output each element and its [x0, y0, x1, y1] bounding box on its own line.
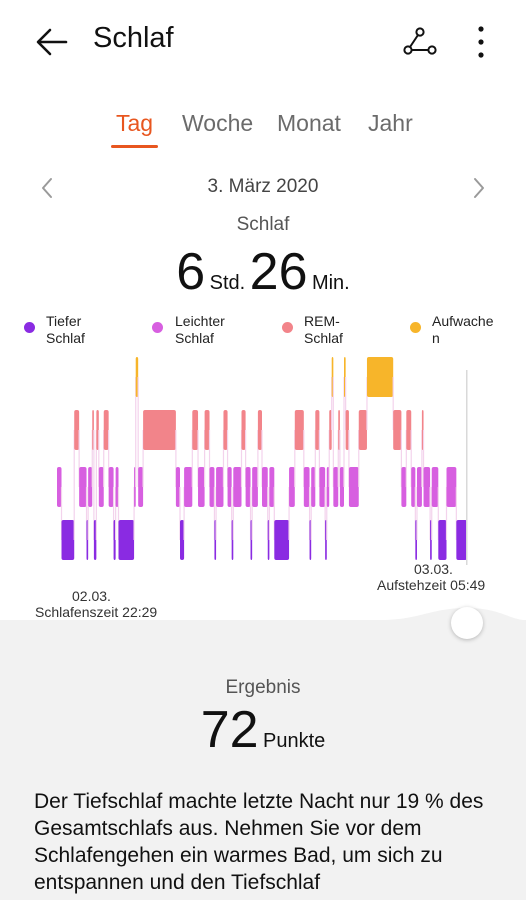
sleep-stage-bar [223, 410, 228, 450]
back-button[interactable] [30, 20, 74, 64]
sleep-stage-bar [262, 467, 268, 507]
legend-rem-sleep: REM- Schlaf [304, 313, 343, 346]
sleep-stage-bar [416, 467, 422, 507]
result-label: Ergebnis [225, 677, 301, 698]
chart-cursor-line [466, 370, 468, 565]
duration-minutes: 26 [249, 243, 308, 301]
sleep-stage-bar [333, 467, 339, 507]
sleep-stage-bar [393, 410, 402, 450]
current-date: 3. März 2020 [207, 176, 319, 197]
sleep-stage-bar [103, 410, 109, 450]
legend-dot-deep [24, 322, 35, 333]
sleep-stage-bar [303, 467, 310, 507]
score-unit: Punkte [263, 730, 326, 752]
sleep-stage-bar [88, 467, 93, 507]
date-navigation: 3. März 2020 [0, 170, 526, 206]
sleep-stage-bar [216, 467, 224, 507]
sleep-stage-bar [274, 520, 290, 560]
sleep-stage-bar [401, 467, 407, 507]
sleep-duration: 6 Std. 26 Min. [0, 242, 526, 302]
legend-dot-awake [410, 322, 421, 333]
wake-date: 03.03. [414, 561, 453, 577]
sleep-stage-bar [431, 467, 439, 507]
tab-tag[interactable]: Tag [116, 110, 153, 137]
sleep-stage-bar [184, 467, 193, 507]
legend-light-sleep: Leichter Schlaf [175, 313, 225, 346]
sleep-stage-bar [118, 520, 135, 560]
more-vertical-icon [478, 26, 484, 58]
sleep-stage-bar [406, 410, 412, 450]
sleep-stage-bar [79, 467, 87, 507]
legend-dot-light [152, 322, 163, 333]
tab-monat[interactable]: Monat [277, 110, 341, 137]
arrow-left-icon [36, 28, 68, 56]
sleep-stage-bar [423, 467, 431, 507]
sleep-score: 72 Punkte [0, 700, 526, 760]
wake-time-label: Aufstehzeit 05:49 [377, 577, 486, 593]
sleep-stage-bar [294, 410, 304, 450]
tab-jahr[interactable]: Jahr [368, 110, 413, 137]
sleep-stage-bar [319, 467, 326, 507]
sleep-stage-bar [269, 467, 275, 507]
sleep-stage-bar [366, 357, 394, 397]
sleep-stage-bar [227, 467, 232, 507]
sleep-stage-bar [204, 410, 210, 450]
sleep-stage-bar [358, 410, 367, 450]
tab-woche[interactable]: Woche [182, 110, 253, 137]
sleep-stage-bar [252, 467, 258, 507]
top-bar: Schlaf [0, 0, 526, 84]
sleep-stage-bar [438, 520, 447, 560]
sleep-stage-bar [192, 410, 199, 450]
sleep-stage-bar [61, 520, 75, 560]
sleep-stage-bar [311, 467, 316, 507]
legend-dot-rem [282, 322, 293, 333]
sleep-stage-bar [143, 410, 176, 450]
sleep-stage-bar [108, 467, 114, 507]
sleep-stage-bar [257, 410, 262, 450]
sleep-stage-bar [245, 467, 251, 507]
sleep-stage-bar [74, 410, 80, 450]
sleep-stage-bar [456, 520, 467, 560]
sleep-stage-bar [348, 467, 359, 507]
sleep-stage-bar [209, 467, 215, 507]
panel-curve [0, 608, 526, 640]
sleep-stage-bar [289, 467, 295, 507]
duration-minutes-unit: Min. [311, 272, 350, 294]
sleep-stage-bar [233, 467, 242, 507]
share-button[interactable] [398, 22, 442, 62]
duration-hours-unit: Std. [209, 272, 246, 294]
sleep-stage-bar [339, 467, 344, 507]
chart-scrub-handle[interactable] [451, 607, 483, 639]
sleep-label: Schlaf [236, 214, 290, 235]
sleep-advice-text: Der Tiefschlaf machte letzte Nacht nur 1… [34, 790, 484, 894]
duration-hours: 6 [176, 243, 206, 301]
next-day-button[interactable] [466, 174, 490, 202]
legend-deep-sleep: Tiefer Schlaf [46, 313, 85, 346]
sleep-stage-bar [175, 467, 180, 507]
sleep-stage-bar [57, 467, 62, 507]
chevron-right-icon [474, 178, 484, 198]
sleep-stage-bar [411, 467, 416, 507]
sleep-stage-bar [446, 467, 457, 507]
sleep-stage-bar [98, 467, 104, 507]
active-tab-indicator [111, 145, 158, 148]
legend-awake: Aufwache n [432, 313, 494, 346]
sleep-stage-bar [241, 410, 246, 450]
more-options-button[interactable] [466, 20, 496, 64]
share-icon [403, 27, 437, 55]
period-tabs: Tag Woche Monat Jahr [0, 104, 526, 152]
page-title: Schlaf [93, 22, 174, 54]
sleep-stage-chart [57, 357, 468, 565]
sleep-stage-bar [180, 520, 185, 560]
score-value: 72 [200, 701, 259, 759]
sleep-stage-bar [198, 467, 205, 507]
sleep-stage-bar [315, 410, 320, 450]
sleep-stage-bar [138, 467, 144, 507]
